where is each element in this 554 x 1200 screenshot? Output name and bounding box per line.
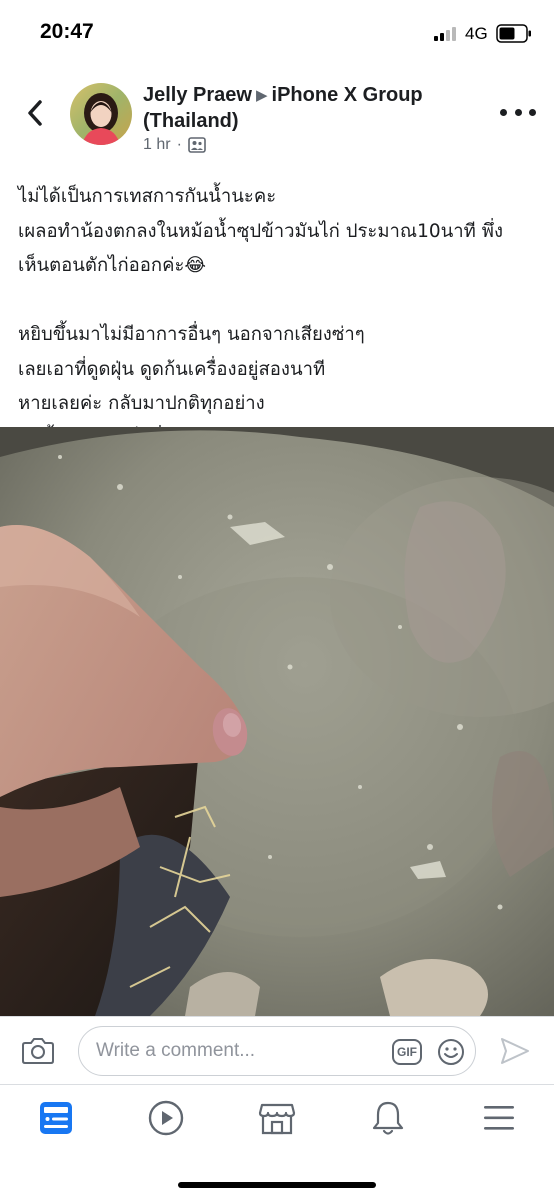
camera-icon[interactable]: [22, 1035, 54, 1065]
status-bar: 20:47 4G: [0, 0, 554, 66]
post-time[interactable]: 1 hr: [143, 136, 171, 154]
post-header: Jelly Praew ▶ iPhone X Group (Thailand) 1 …: [0, 76, 554, 166]
battery-icon: [496, 24, 531, 43]
author-avatar[interactable]: [70, 83, 132, 145]
status-time: 20:47: [40, 20, 94, 43]
watch-tab[interactable]: [146, 1099, 186, 1137]
meta-separator: ·: [176, 136, 182, 153]
send-icon[interactable]: [500, 1037, 530, 1065]
marketplace-tab[interactable]: [257, 1099, 297, 1137]
network-type: 4G: [465, 24, 488, 43]
more-options-icon[interactable]: [500, 102, 536, 122]
menu-icon: [484, 1106, 514, 1130]
author-name[interactable]: Jelly Praew: [143, 84, 252, 106]
post-line: หายเลยค่ะ กลับมาปกติทุกอย่าง: [18, 393, 265, 414]
comment-bar: Write a comment... GIF: [0, 1016, 554, 1084]
watch-icon: [148, 1100, 184, 1136]
home-indicator[interactable]: [178, 1182, 376, 1188]
back-button[interactable]: [20, 96, 50, 130]
post-line: หยิบขึ้นมาไม่มีอาการอื่นๆ นอกจากเสียงซ่า…: [18, 324, 365, 345]
back-arrow-icon: [28, 100, 42, 126]
emoji-icon[interactable]: [437, 1038, 465, 1066]
gif-button[interactable]: GIF: [392, 1039, 422, 1065]
marketplace-icon: [258, 1103, 296, 1135]
post-line: ไม่ได้เป็นการเทสการกันน้ำนะคะ: [18, 186, 277, 207]
signal-icon: [434, 27, 460, 41]
share-arrow-icon: ▶: [255, 87, 268, 104]
comment-input[interactable]: Write a comment... GIF: [78, 1026, 476, 1076]
notifications-icon: [372, 1101, 404, 1135]
news-feed-tab[interactable]: [36, 1099, 76, 1137]
notifications-tab[interactable]: [368, 1099, 408, 1137]
menu-tab[interactable]: [479, 1099, 519, 1137]
comment-placeholder: Write a comment...: [96, 1040, 256, 1061]
group-region[interactable]: (Thailand): [143, 110, 239, 132]
post-photo[interactable]: [0, 427, 554, 1016]
post-line: เลยเอาที่ดูดฝุ่น ดูดก้นเครื่องอยู่สองนาท…: [18, 358, 326, 380]
post-line-spacer: [18, 284, 538, 319]
group-name[interactable]: iPhone X Group: [272, 84, 423, 106]
post-line: เผลอทำน้องตกลงในหม้อน้ำซุปข้าวมันไก่ ประ…: [18, 220, 503, 242]
post-body: ไม่ได้เป็นการเทสการกันน้ำนะคะ เผลอทำน้อง…: [18, 180, 538, 456]
group-privacy-icon: [188, 137, 206, 153]
post-meta: 1 hr ·: [143, 136, 206, 154]
post-author-line: Jelly Praew ▶ iPhone X Group (Thailand): [143, 83, 483, 134]
post-line: เห็นตอนตักไก่ออกค่ะ😂: [18, 255, 207, 276]
news-feed-icon: [40, 1102, 72, 1134]
